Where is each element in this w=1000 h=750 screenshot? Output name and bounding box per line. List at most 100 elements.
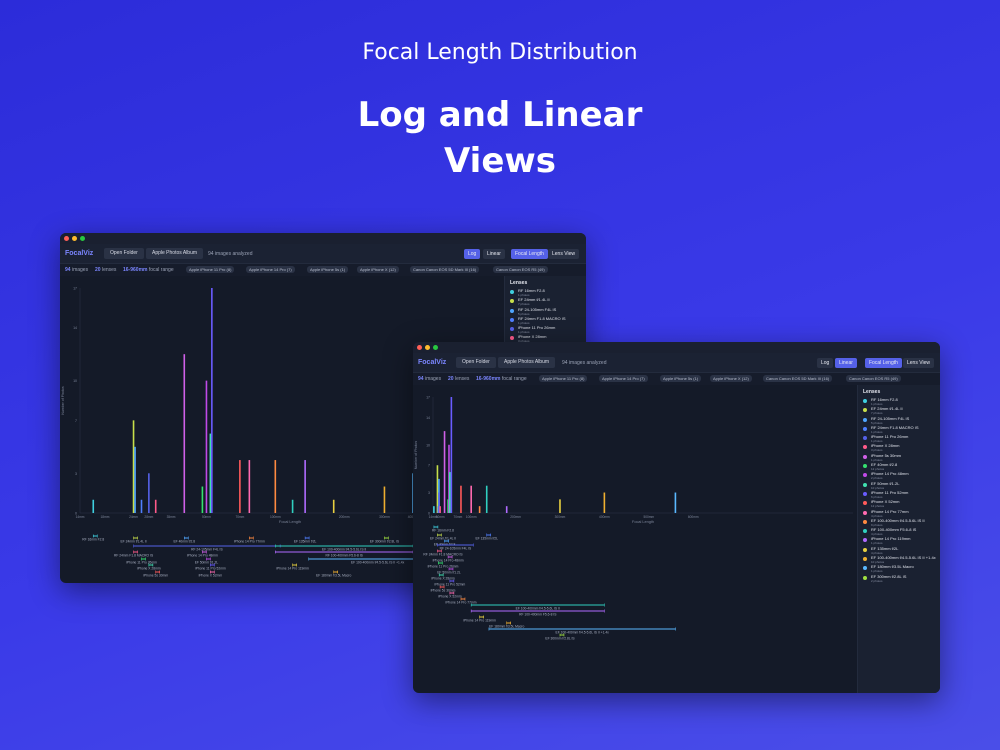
focal-length-tab[interactable]: Focal Length [511, 249, 548, 259]
lens-list-item[interactable]: iPhone 11 Pro 52mm6 photos [858, 490, 940, 499]
y-tick-label: 17 [73, 287, 77, 291]
x-axis-label: Focal Length [632, 520, 654, 524]
linear-toggle[interactable]: Linear [835, 358, 857, 368]
camera-chip[interactable]: Apple iPhone 5s (1) [307, 266, 349, 273]
camera-chip[interactable]: Apple iPhone 11 Pro (8) [539, 375, 588, 382]
lens-range-label: EF 50mm f/1.2L [437, 571, 461, 575]
lens-list-item[interactable]: iPhone 14 Pro 48mm2 photos [858, 471, 940, 480]
log-toggle[interactable]: Log [817, 358, 834, 368]
bar [433, 506, 435, 513]
lens-list-item[interactable]: RF 100-400mm F5.6-8 IS4 photos [858, 527, 940, 536]
lens-range-label: EF 300mm f/2.8L IS [545, 637, 575, 641]
lens-list-item[interactable]: EF 40mm f/2.812 photos [858, 462, 940, 471]
close-dot-icon[interactable] [64, 236, 69, 241]
bar [603, 492, 606, 513]
lens-range-label: RF 24mm F1.8 MACRO IS [114, 554, 154, 558]
bar [674, 492, 677, 513]
lens-range-label: EF 135mm f/2L [475, 537, 498, 541]
lens-list-item[interactable]: EF 50mm f/1.2L10 photos [858, 481, 940, 490]
zoom-dot-icon[interactable] [80, 236, 85, 241]
lens-list-item[interactable]: EF 135mm f/2L4 photos [858, 546, 940, 555]
x-tick-label: 70mm [453, 515, 462, 519]
apple-photos-button[interactable]: Apple Photos Album [146, 248, 204, 259]
open-folder-button[interactable]: Open Folder [456, 357, 496, 368]
lens-list-item[interactable]: iPhone 11 Pro 26mm 1 photos [858, 434, 940, 443]
x-tick-label: 70mm [235, 515, 244, 519]
lens-range-label: EF 100-400mm f/4.5-5.6L IS II +1.4x [556, 631, 610, 635]
x-axis-label: Focal Length [279, 520, 301, 524]
lens-range-label: RF 24-105mm F4L IS [440, 547, 472, 551]
lens-list-item[interactable]: RF 24mm F1.8 MACRO IS 1 photos [505, 316, 586, 325]
lens-list-item[interactable]: RF 16mm F2.8 1 photos [858, 397, 940, 406]
y-tick-label: 10 [73, 379, 77, 383]
range-value: 16-960mm [476, 376, 501, 382]
lens-range-label: iPhone 14 Pro 77mm [445, 601, 476, 605]
hero-title: Log and Linear Views [0, 92, 1000, 184]
zoom-dot-icon[interactable] [433, 345, 438, 350]
camera-chip[interactable]: Apple iPhone 14 Pro (7) [599, 375, 648, 382]
lens-color-swatch [863, 529, 867, 534]
close-dot-icon[interactable] [417, 345, 422, 350]
linear-toggle[interactable]: Linear [483, 249, 505, 259]
x-tick-label: 100mm [270, 515, 281, 519]
x-tick-label: 50mm [202, 515, 211, 519]
x-tick-label: 200mm [510, 515, 521, 519]
lens-color-swatch [863, 464, 867, 469]
lens-list-item[interactable]: iPhone 14 Pro 119mm1 photos [858, 536, 940, 545]
lens-view-tab[interactable]: Lens View [548, 249, 579, 259]
minimize-dot-icon[interactable] [425, 345, 430, 350]
lens-list-item[interactable]: RF 16mm F2.8 1 photos [505, 288, 586, 297]
lens-range-label: EF 50mm f/1.2L [195, 561, 219, 565]
apple-photos-button[interactable]: Apple Photos Album [498, 357, 556, 368]
lens-list-item[interactable]: RF 24-105mm F4L IS 5 photos [858, 416, 940, 425]
toolbar: FocalViz Open Folder Apple Photos Album … [60, 244, 586, 264]
lens-list-item[interactable]: iPhone 11 Pro 26mm 1 photos [505, 325, 586, 334]
lens-list-item[interactable]: EF 100-400mm f/4.5-5.6L IS II +1.4x10 ph… [858, 555, 940, 564]
camera-chip[interactable]: Canon Canon EOS 5D Mark III (16) [410, 266, 480, 273]
bar [134, 446, 136, 513]
lens-list-item[interactable]: RF 24mm F1.8 MACRO IS 1 photos [858, 425, 940, 434]
camera-chip[interactable]: Canon Canon EOS R5 (49) [846, 375, 901, 382]
app-window-linear-view: FocalViz Open Folder Apple Photos Album … [413, 342, 940, 693]
camera-chip[interactable]: Canon Canon EOS R5 (49) [493, 266, 548, 273]
bar [383, 486, 386, 513]
camera-chip[interactable]: Apple iPhone 5s (1) [660, 375, 702, 382]
bar [209, 433, 212, 513]
bar [201, 486, 204, 513]
camera-chip[interactable]: Apple iPhone X (12) [357, 266, 399, 273]
lens-range-label: EF 24mm f/1.4L II [120, 540, 146, 544]
open-folder-button[interactable]: Open Folder [104, 248, 144, 259]
lens-list-item[interactable]: EF 100-400mm f/4.5-5.6L IS II9 photos [858, 518, 940, 527]
camera-chip[interactable]: Apple iPhone 14 Pro (7) [246, 266, 295, 273]
lens-color-swatch [510, 336, 514, 341]
lens-list-item[interactable]: iPhone X 52mm12 photos [858, 499, 940, 508]
lens-view-tab[interactable]: Lens View [903, 358, 934, 368]
lens-list-item[interactable]: iPhone 14 Pro 77mm4 photos [858, 509, 940, 518]
lens-list-item[interactable]: EF 180mm f/3.5L Macro1 photos [858, 564, 940, 573]
x-tick-label: 300mm [555, 515, 566, 519]
x-tick-label: 200mm [339, 515, 350, 519]
lens-list-item[interactable]: EF 24mm f/1.4L II 7 photos [858, 406, 940, 415]
lens-list-item[interactable]: EF 24mm f/1.4L II 7 photos [505, 297, 586, 306]
lens-range-label: iPhone 5s 30mm [431, 589, 456, 593]
lens-range-label: iPhone 11 Pro 26mm [126, 561, 157, 565]
sidebar-title: Lenses [863, 389, 881, 395]
camera-chip[interactable]: Apple iPhone 11 Pro (8) [186, 266, 235, 273]
lens-list-item[interactable]: RF 24-105mm F4L IS 5 photos [505, 307, 586, 316]
lens-range-label: EF 100-400mm f/4.5-5.6L IS II +1.4x [351, 561, 405, 565]
lens-range-label: EF 180mm f/3.5L Macro [316, 574, 351, 578]
log-toggle[interactable]: Log [464, 249, 481, 259]
lens-list-item[interactable]: EF 300mm f/2.8L IS2 photos [858, 574, 940, 583]
minimize-dot-icon[interactable] [72, 236, 77, 241]
lens-range-label: iPhone 11 Pro 52mm [435, 583, 466, 587]
lens-color-swatch [863, 482, 867, 487]
camera-chip[interactable]: Canon Canon EOS 5D Mark III (16) [763, 375, 833, 382]
lens-range-label: RF 100-400mm F5.6-8 IS [325, 554, 363, 558]
lens-color-swatch [863, 436, 867, 441]
focal-length-tab[interactable]: Focal Length [865, 358, 902, 368]
x-tick-label: 100mm [466, 515, 477, 519]
lens-list-item[interactable]: iPhone 5s 30mm1 photos [858, 453, 940, 462]
camera-chip[interactable]: Apple iPhone X (12) [710, 375, 752, 382]
lens-list-item[interactable]: iPhone X 28mm3 photos [858, 443, 940, 452]
lens-color-swatch [510, 317, 514, 322]
